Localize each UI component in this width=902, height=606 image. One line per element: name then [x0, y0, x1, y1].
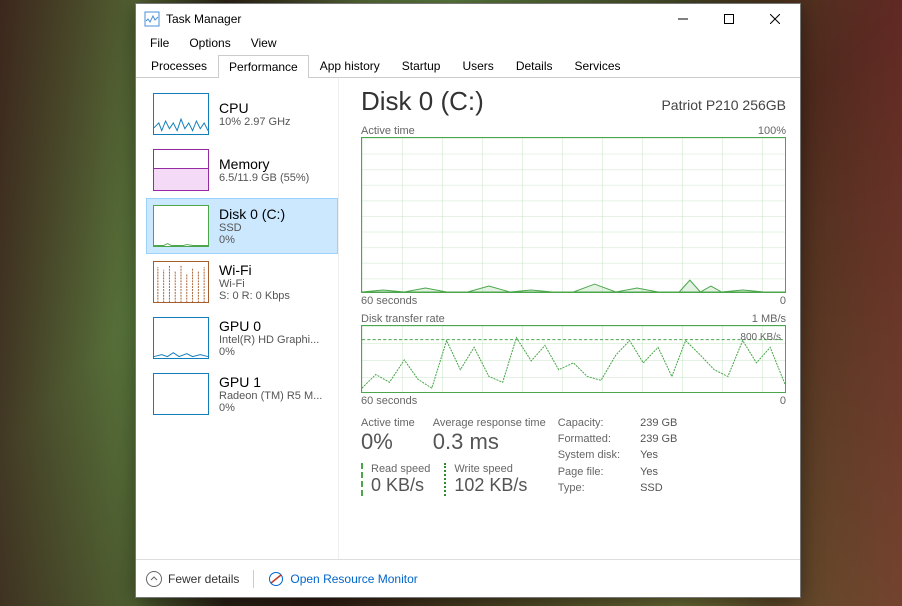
disk-model: Patriot P210 256GB [661, 97, 786, 113]
gpu-thumb-icon [153, 317, 209, 359]
resmon-label: Open Resource Monitor [290, 572, 417, 586]
app-icon [144, 11, 160, 27]
sidebar-item-sub: 10% 2.97 GHz [219, 116, 291, 128]
memory-thumb-icon [153, 149, 209, 191]
tab-processes[interactable]: Processes [140, 54, 218, 77]
window-title: Task Manager [166, 12, 660, 26]
menu-file[interactable]: File [140, 34, 179, 54]
tab-startup[interactable]: Startup [391, 54, 452, 77]
footer: Fewer details Open Resource Monitor [136, 559, 800, 597]
wifi-thumb-icon [153, 261, 209, 303]
sidebar: CPU 10% 2.97 GHz Memory 6.5/11.9 GB (55%… [136, 78, 338, 559]
footer-separator [253, 570, 254, 588]
chart2-max: 1 MB/s [752, 313, 786, 325]
sidebar-item-sub2: 0% [219, 402, 322, 414]
sidebar-item-sub: SSD [219, 222, 285, 234]
read-speed-value: 0 KB/s [371, 475, 430, 496]
info-key: System disk: [558, 449, 620, 463]
chart1-label: Active time [361, 125, 415, 137]
info-key: Page file: [558, 466, 620, 480]
tab-users[interactable]: Users [451, 54, 504, 77]
sidebar-item-cpu[interactable]: CPU 10% 2.97 GHz [146, 86, 338, 142]
sidebar-item-sub: Intel(R) HD Graphi... [219, 334, 319, 346]
write-speed-label: Write speed [454, 463, 527, 475]
gpu-thumb-icon [153, 373, 209, 415]
write-speed-value: 102 KB/s [454, 475, 527, 496]
sidebar-item-sub: 6.5/11.9 GB (55%) [219, 172, 309, 184]
main-panel: Disk 0 (C:) Patriot P210 256GB Active ti… [338, 78, 800, 559]
sidebar-item-label: GPU 0 [219, 318, 319, 334]
chart2-xleft: 60 seconds [361, 395, 417, 407]
page-title: Disk 0 (C:) [361, 86, 484, 117]
task-manager-window: Task Manager File Options View Processes… [135, 3, 801, 598]
content-area: CPU 10% 2.97 GHz Memory 6.5/11.9 GB (55%… [136, 78, 800, 559]
sidebar-item-wifi[interactable]: Wi-Fi Wi-Fi S: 0 R: 0 Kbps [146, 254, 338, 310]
close-icon [770, 14, 780, 24]
chart1-max: 100% [758, 125, 786, 137]
sidebar-item-sub: Wi-Fi [219, 278, 290, 290]
chart2-xright: 0 [780, 395, 786, 407]
chart2-maxline: 800 KB/s [740, 332, 781, 343]
chart1-xleft: 60 seconds [361, 295, 417, 307]
chart1-xright: 0 [780, 295, 786, 307]
tabbar: Processes Performance App history Startu… [136, 54, 800, 78]
info-key: Capacity: [558, 417, 620, 431]
maximize-icon [724, 14, 734, 24]
info-value: Yes [640, 466, 677, 480]
resmon-icon [268, 571, 284, 587]
sidebar-item-gpu1[interactable]: GPU 1 Radeon (TM) R5 M... 0% [146, 366, 338, 422]
info-key: Formatted: [558, 433, 620, 447]
tab-performance[interactable]: Performance [218, 55, 309, 78]
resp-time-value: 0.3 ms [433, 429, 546, 455]
fewer-details-label: Fewer details [168, 572, 239, 586]
sidebar-item-gpu0[interactable]: GPU 0 Intel(R) HD Graphi... 0% [146, 310, 338, 366]
info-key: Type: [558, 482, 620, 496]
menu-view[interactable]: View [241, 34, 287, 54]
tab-app-history[interactable]: App history [309, 54, 391, 77]
sidebar-item-label: GPU 1 [219, 374, 322, 390]
active-time-chart[interactable] [361, 137, 786, 293]
resp-time-label: Average response time [433, 417, 546, 429]
sidebar-item-label: Memory [219, 156, 309, 172]
minimize-button[interactable] [660, 4, 706, 34]
active-time-value: 0% [361, 429, 415, 455]
sidebar-item-label: Disk 0 (C:) [219, 206, 285, 222]
sidebar-item-sub: Radeon (TM) R5 M... [219, 390, 322, 402]
sidebar-item-memory[interactable]: Memory 6.5/11.9 GB (55%) [146, 142, 338, 198]
info-value: Yes [640, 449, 677, 463]
sidebar-item-disk0[interactable]: Disk 0 (C:) SSD 0% [146, 198, 338, 254]
sidebar-item-label: CPU [219, 100, 291, 116]
open-resource-monitor-link[interactable]: Open Resource Monitor [268, 571, 417, 587]
read-speed-label: Read speed [371, 463, 430, 475]
sidebar-item-sub2: 0% [219, 346, 319, 358]
disk-thumb-icon [153, 205, 209, 247]
tab-details[interactable]: Details [505, 54, 564, 77]
cpu-thumb-icon [153, 93, 209, 135]
info-value: 239 GB [640, 433, 677, 447]
titlebar[interactable]: Task Manager [136, 4, 800, 34]
info-value: SSD [640, 482, 677, 496]
active-time-label: Active time [361, 417, 415, 429]
chart2-label: Disk transfer rate [361, 313, 445, 325]
info-value: 239 GB [640, 417, 677, 431]
minimize-icon [678, 14, 688, 24]
tab-services[interactable]: Services [564, 54, 632, 77]
disk-info-grid: Capacity: 239 GB Formatted: 239 GB System di… [558, 417, 678, 496]
sidebar-item-sub2: 0% [219, 234, 285, 246]
chevron-up-icon [146, 571, 162, 587]
menu-options[interactable]: Options [179, 34, 240, 54]
sidebar-item-sub2: S: 0 R: 0 Kbps [219, 290, 290, 302]
sidebar-item-label: Wi-Fi [219, 262, 290, 278]
close-button[interactable] [752, 4, 798, 34]
menubar: File Options View [136, 34, 800, 54]
maximize-button[interactable] [706, 4, 752, 34]
transfer-rate-chart[interactable]: 800 KB/s [361, 325, 786, 393]
fewer-details-button[interactable]: Fewer details [146, 571, 239, 587]
